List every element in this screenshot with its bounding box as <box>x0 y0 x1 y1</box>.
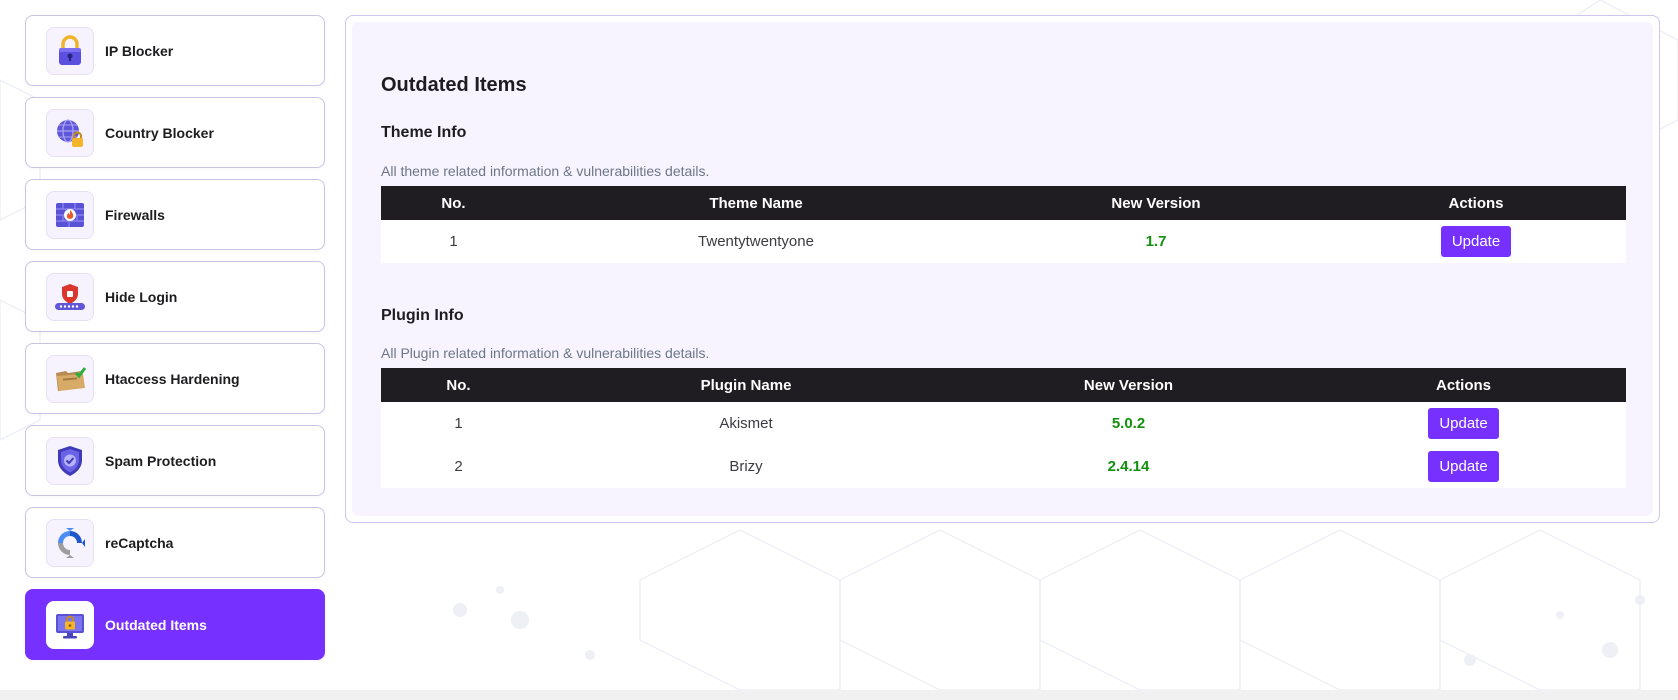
recaptcha-icon <box>46 518 94 567</box>
theme-info-description: All theme related information & vulnerab… <box>381 163 710 179</box>
table-row: 1 Twentytwentyone 1.7 Update <box>381 220 1626 263</box>
actions-cell: Update <box>1301 445 1626 488</box>
table-header-row: No. Theme Name New Version Actions <box>381 186 1626 220</box>
sidebar-item-label: reCaptcha <box>105 534 174 551</box>
row-number: 2 <box>381 445 536 488</box>
sidebar-item-ip-blocker[interactable]: IP Blocker <box>25 15 325 86</box>
plugin-name: Brizy <box>536 445 956 488</box>
column-header-no: No. <box>381 368 536 402</box>
sidebar-item-spam-protection[interactable]: Spam Protection <box>25 425 325 496</box>
new-version: 5.0.2 <box>956 402 1301 445</box>
hide-login-icon <box>46 272 94 321</box>
actions-cell: Update <box>1326 220 1626 263</box>
sidebar-item-label: Country Blocker <box>105 124 214 141</box>
new-version: 2.4.14 <box>956 445 1301 488</box>
column-header-plugin-name: Plugin Name <box>536 368 956 402</box>
actions-cell: Update <box>1301 402 1626 445</box>
column-header-new-version: New Version <box>986 186 1326 220</box>
sidebar-item-label: Spam Protection <box>105 452 217 469</box>
padlock-icon <box>46 26 94 75</box>
column-header-no: No. <box>381 186 526 220</box>
new-version: 1.7 <box>986 220 1326 263</box>
plugin-name: Akismet <box>536 402 956 445</box>
update-button[interactable]: Update <box>1428 451 1499 482</box>
table-row: 1 Akismet 5.0.2 Update <box>381 402 1626 445</box>
table-row: 2 Brizy 2.4.14 Update <box>381 445 1626 488</box>
row-number: 1 <box>381 402 536 445</box>
sidebar-item-label: IP Blocker <box>105 42 174 59</box>
sidebar-item-label: Outdated Items <box>105 616 207 633</box>
sidebar-item-label: Hide Login <box>105 288 178 305</box>
theme-name: Twentytwentyone <box>526 220 986 263</box>
plugin-table: No. Plugin Name New Version Actions 1 Ak… <box>381 368 1626 488</box>
shield-check-icon <box>46 436 94 485</box>
sidebar-item-hide-login[interactable]: Hide Login <box>25 261 325 332</box>
sidebar-item-country-blocker[interactable]: Country Blocker <box>25 97 325 168</box>
page-title: Outdated Items <box>381 74 527 96</box>
sidebar: IP Blocker Country Blocker Firewalls Hid… <box>25 15 325 671</box>
theme-info-title: Theme Info <box>381 124 467 141</box>
main-panel-inner: Outdated Items Theme Info All theme rela… <box>352 22 1653 516</box>
column-header-actions: Actions <box>1326 186 1626 220</box>
column-header-theme-name: Theme Name <box>526 186 986 220</box>
row-number: 1 <box>381 220 526 263</box>
sidebar-item-recaptcha[interactable]: reCaptcha <box>25 507 325 578</box>
sidebar-item-firewalls[interactable]: Firewalls <box>25 179 325 250</box>
globe-lock-icon <box>46 108 94 157</box>
sidebar-item-label: Htaccess Hardening <box>105 370 240 387</box>
folder-check-icon <box>46 354 94 403</box>
plugin-info-description: All Plugin related information & vulnera… <box>381 345 710 361</box>
sidebar-item-label: Firewalls <box>105 206 165 223</box>
plugin-info-title: Plugin Info <box>381 307 464 324</box>
column-header-new-version: New Version <box>956 368 1301 402</box>
footer-strip <box>0 690 1678 700</box>
update-button[interactable]: Update <box>1440 226 1512 257</box>
update-button[interactable]: Update <box>1428 408 1499 439</box>
theme-table: No. Theme Name New Version Actions 1 Twe… <box>381 186 1626 263</box>
sidebar-item-outdated-items[interactable]: Outdated Items <box>25 589 325 660</box>
firewall-icon <box>46 190 94 239</box>
column-header-actions: Actions <box>1301 368 1626 402</box>
monitor-lock-icon <box>46 600 94 649</box>
table-header-row: No. Plugin Name New Version Actions <box>381 368 1626 402</box>
sidebar-item-htaccess-hardening[interactable]: Htaccess Hardening <box>25 343 325 414</box>
main-panel: Outdated Items Theme Info All theme rela… <box>345 15 1660 523</box>
